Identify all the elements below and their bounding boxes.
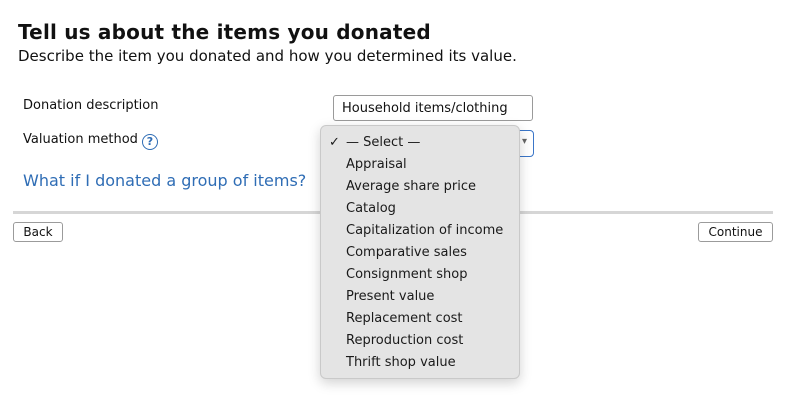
valuation-method-label: Valuation method xyxy=(23,132,138,147)
donation-description-label: Donation description xyxy=(23,98,159,113)
dropdown-option-thrift-shop-value[interactable]: Thrift shop value xyxy=(321,352,519,374)
dropdown-option-present-value[interactable]: Present value xyxy=(321,286,519,308)
option-label: — Select — xyxy=(346,135,421,150)
chevron-down-icon: ▾ xyxy=(521,136,527,147)
valuation-method-dropdown: ✓ — Select — Appraisal Average share pri… xyxy=(320,125,520,379)
page-title: Tell us about the items you donated xyxy=(18,20,431,44)
dropdown-option-select[interactable]: ✓ — Select — xyxy=(321,132,519,154)
dropdown-option-average-share-price[interactable]: Average share price xyxy=(321,176,519,198)
dropdown-option-consignment-shop[interactable]: Consignment shop xyxy=(321,264,519,286)
dropdown-option-reproduction-cost[interactable]: Reproduction cost xyxy=(321,330,519,352)
dropdown-option-catalog[interactable]: Catalog xyxy=(321,198,519,220)
checkmark-icon: ✓ xyxy=(329,135,340,150)
group-items-link[interactable]: What if I donated a group of items? xyxy=(23,171,306,190)
dropdown-option-replacement-cost[interactable]: Replacement cost xyxy=(321,308,519,330)
continue-button[interactable]: Continue xyxy=(698,222,773,242)
back-button[interactable]: Back xyxy=(13,222,63,242)
dropdown-option-appraisal[interactable]: Appraisal xyxy=(321,154,519,176)
page-subtitle: Describe the item you donated and how yo… xyxy=(18,47,517,65)
dropdown-option-capitalization-of-income[interactable]: Capitalization of income xyxy=(321,220,519,242)
question-circle-icon[interactable]: ? xyxy=(142,134,158,150)
donation-description-input[interactable] xyxy=(333,95,533,121)
dropdown-option-comparative-sales[interactable]: Comparative sales xyxy=(321,242,519,264)
